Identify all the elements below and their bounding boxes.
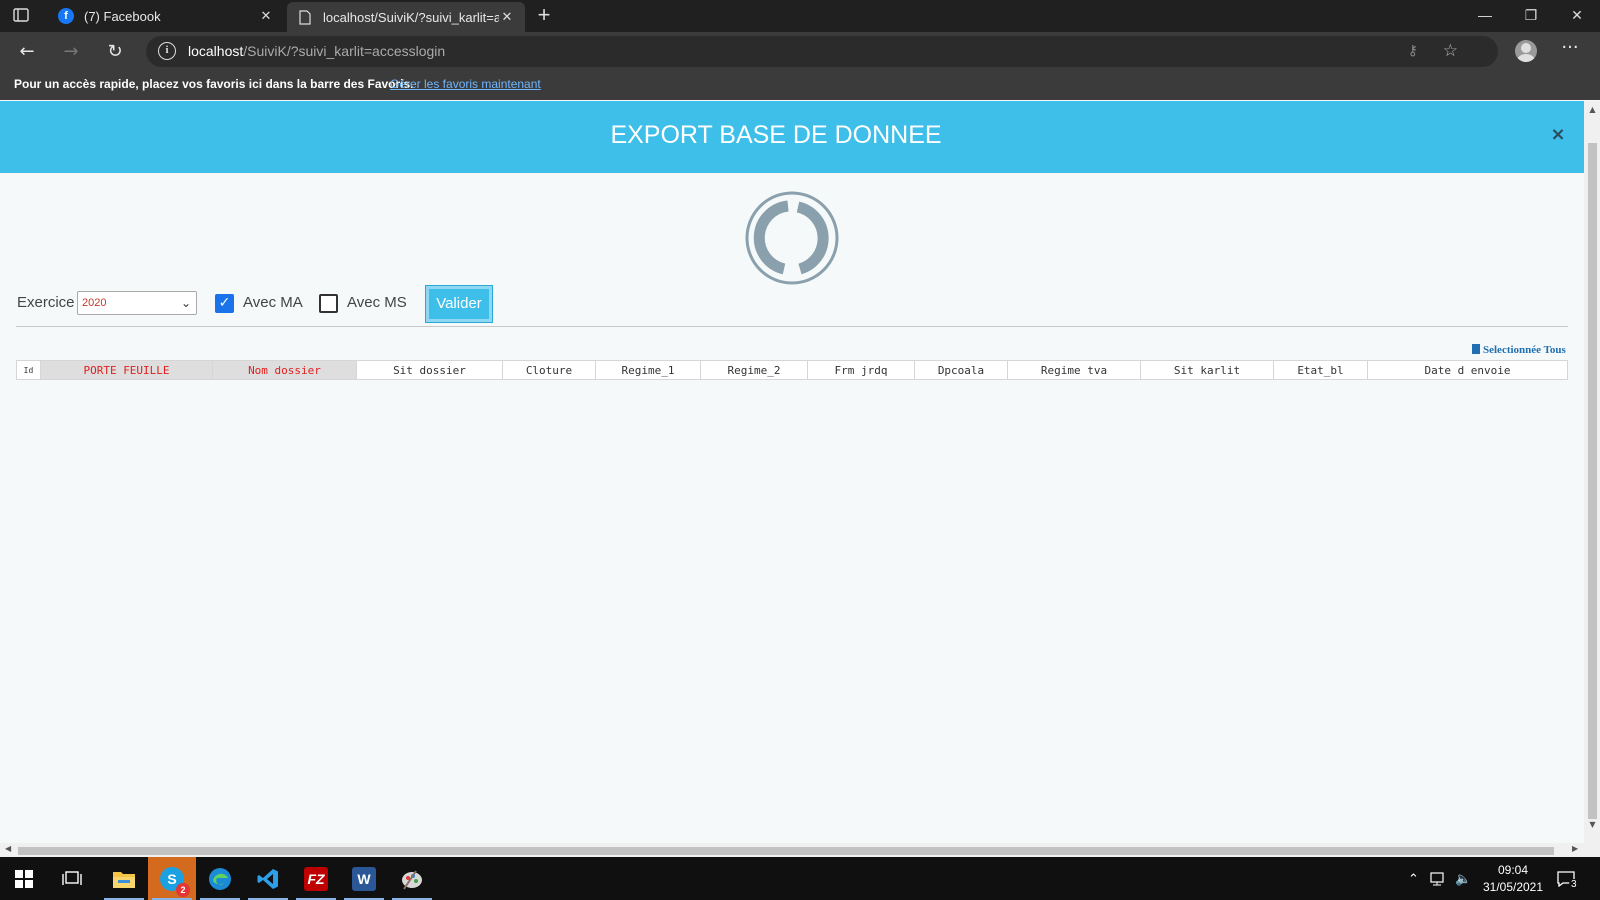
word-button[interactable]: W xyxy=(340,857,388,900)
more-menu-icon[interactable]: ··· xyxy=(1556,38,1584,64)
refresh-button[interactable]: ↻ xyxy=(102,39,128,65)
favorites-message: Pour un accès rapide, placez vos favoris… xyxy=(14,77,414,91)
back-button[interactable]: ← xyxy=(14,39,40,65)
export-form: Exercice 2020 ⌄ ✓ Avec MA Avec MS Valide… xyxy=(17,285,617,323)
browser-toolbar: ← → ↻ i localhost/SuiviK/?suivi_karlit=a… xyxy=(0,32,1600,70)
column-header-id[interactable]: Id xyxy=(16,360,41,380)
key-icon[interactable]: ⚷ xyxy=(1408,43,1418,59)
close-window-button[interactable]: ✕ xyxy=(1554,0,1600,32)
notifications-icon[interactable]: 3 xyxy=(1557,857,1585,900)
file-explorer-button[interactable] xyxy=(100,857,148,900)
column-header-etat-bl[interactable]: Etat_bl xyxy=(1273,360,1368,380)
divider xyxy=(16,326,1568,327)
start-button[interactable] xyxy=(0,857,48,900)
column-header-regime-2[interactable]: Regime_2 xyxy=(700,360,808,380)
exercice-select[interactable]: 2020 ⌄ xyxy=(77,291,197,315)
start-icon xyxy=(15,869,33,888)
show-hidden-icons[interactable]: ⌃ xyxy=(1408,857,1419,900)
favorites-bar: Pour un accès rapide, placez vos favoris… xyxy=(0,70,1600,100)
column-header-dpcoala[interactable]: Dpcoala xyxy=(914,360,1008,380)
word-icon: W xyxy=(352,866,376,891)
task-view-icon xyxy=(62,870,82,885)
url-text[interactable]: localhost/SuiviK/?suivi_karlit=accesslog… xyxy=(188,43,445,59)
page-icon xyxy=(297,9,313,25)
scrollbar-thumb[interactable] xyxy=(18,847,1554,855)
favorites-star-icon[interactable]: ☆ xyxy=(1443,41,1458,61)
close-modal-icon[interactable]: × xyxy=(1548,125,1568,145)
avec-ma-checkbox[interactable]: ✓ xyxy=(215,294,234,313)
clock-date: 31/05/2021 xyxy=(1482,880,1544,894)
chevron-down-icon: ⌄ xyxy=(180,296,191,310)
column-header-porte-feuille[interactable]: PORTE FEUILLE xyxy=(40,360,213,380)
column-header-regime-tva[interactable]: Regime tva xyxy=(1007,360,1141,380)
tab-facebook[interactable]: f (7) Facebook ✕ xyxy=(48,0,284,32)
paint-button[interactable] xyxy=(388,857,436,900)
exercice-label: Exercice xyxy=(17,294,75,311)
data-table: Id PORTE FEUILLE Nom dossier Sit dossier… xyxy=(16,360,1568,380)
filezilla-icon: FZ xyxy=(304,866,328,891)
clock[interactable]: 09:04 31/05/2021 xyxy=(1478,862,1548,896)
select-all-link[interactable]: Selectionnée Tous xyxy=(1472,344,1566,356)
facebook-icon: f xyxy=(58,8,74,24)
exercice-value: 2020 xyxy=(82,297,107,309)
browser-tab-bar: f (7) Facebook ✕ localhost/SuiviK/?suivi… xyxy=(0,0,1600,32)
minimize-button[interactable]: — xyxy=(1462,0,1508,32)
filezilla-button[interactable]: FZ xyxy=(292,857,340,900)
task-view-button[interactable] xyxy=(48,857,96,900)
table-header-row: Id PORTE FEUILLE Nom dossier Sit dossier… xyxy=(16,360,1568,380)
volume-icon[interactable]: 🔈 xyxy=(1455,857,1471,900)
close-tab-icon[interactable]: ✕ xyxy=(499,9,515,25)
modal-title: EXPORT BASE DE DONNEE xyxy=(610,121,942,149)
scroll-up-icon[interactable]: ▲ xyxy=(1588,105,1597,114)
column-header-frm-jrdq[interactable]: Frm jrdq xyxy=(807,360,915,380)
clock-time: 09:04 xyxy=(1497,863,1529,877)
new-tab-button[interactable]: + xyxy=(532,4,556,28)
close-tab-icon[interactable]: ✕ xyxy=(258,8,274,24)
notification-count: 3 xyxy=(1569,879,1579,890)
vertical-scrollbar[interactable]: ▲ ▼ xyxy=(1584,101,1600,843)
address-bar[interactable]: i localhost/SuiviK/?suivi_karlit=accessl… xyxy=(146,36,1498,67)
tab-title: (7) Facebook xyxy=(84,8,161,24)
taskbar: S2 FZ W ⌃ 🔈 09:04 31/05/2021 3 xyxy=(0,857,1600,900)
loading-spinner-icon xyxy=(744,190,840,286)
manage-favorites-link[interactable]: Gérer les favoris maintenant xyxy=(390,77,541,91)
modal-header: EXPORT BASE DE DONNEE × xyxy=(0,101,1584,173)
column-header-sit-dossier[interactable]: Sit dossier xyxy=(356,360,503,380)
tab-localhost[interactable]: localhost/SuiviK/?suivi_karlit=acc ✕ xyxy=(287,2,525,32)
column-header-date-envoie[interactable]: Date d envoie xyxy=(1367,360,1568,380)
vscode-icon xyxy=(257,868,278,889)
scrollbar-thumb[interactable] xyxy=(1588,143,1597,819)
scroll-down-icon[interactable]: ▼ xyxy=(1588,820,1597,829)
column-header-regime-1[interactable]: Regime_1 xyxy=(595,360,701,380)
restore-button[interactable]: ❐ xyxy=(1508,0,1554,32)
edge-icon xyxy=(209,867,231,890)
file-icon xyxy=(1472,344,1480,354)
tab-actions-icon[interactable] xyxy=(12,6,34,28)
column-header-cloture[interactable]: Cloture xyxy=(502,360,596,380)
forward-button[interactable]: → xyxy=(58,39,84,65)
vscode-button[interactable] xyxy=(244,857,292,900)
edge-button[interactable] xyxy=(196,857,244,900)
skype-button[interactable]: S2 xyxy=(148,857,196,900)
file-explorer-icon xyxy=(113,871,135,888)
tab-title: localhost/SuiviK/?suivi_karlit=acc xyxy=(323,9,499,25)
avec-ms-label[interactable]: Avec MS xyxy=(347,294,407,311)
page-content: EXPORT BASE DE DONNEE × Exercice 2020 ⌄ … xyxy=(0,101,1584,843)
scroll-left-icon[interactable]: ◀ xyxy=(5,844,11,853)
horizontal-scrollbar[interactable]: ◀ ▶ xyxy=(0,843,1600,857)
profile-avatar[interactable] xyxy=(1515,40,1537,62)
valider-button[interactable]: Valider xyxy=(425,285,493,323)
site-info-icon[interactable]: i xyxy=(158,42,176,60)
network-icon[interactable] xyxy=(1430,857,1448,900)
column-header-sit-karlit[interactable]: Sit karlit xyxy=(1140,360,1274,380)
skype-icon: S2 xyxy=(160,866,190,897)
column-header-nom-dossier[interactable]: Nom dossier xyxy=(212,360,357,380)
avec-ms-checkbox[interactable] xyxy=(319,294,338,313)
avec-ma-label[interactable]: Avec MA xyxy=(243,294,303,311)
scroll-right-icon[interactable]: ▶ xyxy=(1572,844,1578,853)
paint-icon xyxy=(402,869,422,890)
